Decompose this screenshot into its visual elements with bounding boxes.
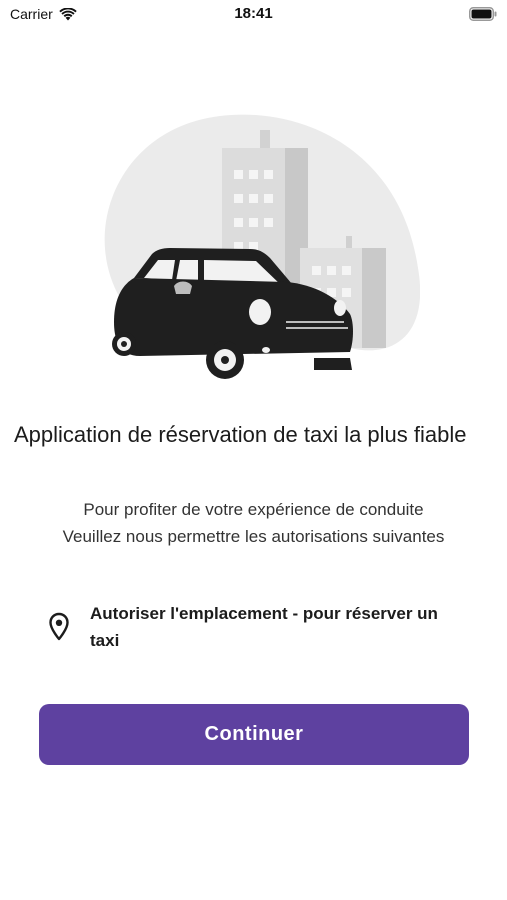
status-time: 18:41 — [234, 5, 273, 22]
subtitle-line-1: Pour profiter de votre expérience de con… — [83, 500, 424, 519]
page-title: Application de réservation de taxi la pl… — [14, 422, 467, 447]
battery-icon — [469, 7, 497, 26]
subtitle-line-2: Veuillez nous permettre les autorisation… — [62, 527, 445, 546]
continue-button[interactable]: Continuer — [39, 704, 469, 765]
page-subtitle: Pour profiter de votre expérience de con… — [0, 496, 507, 550]
location-pin-icon — [49, 612, 69, 641]
permission-label: Autoriser l'emplacement - pour réserver … — [90, 604, 438, 650]
taxi-car-city-illustration — [104, 114, 420, 379]
status-bar: Carrier 18:41 — [0, 0, 507, 28]
permission-item-location: Autoriser l'emplacement - pour réserver … — [48, 600, 468, 654]
